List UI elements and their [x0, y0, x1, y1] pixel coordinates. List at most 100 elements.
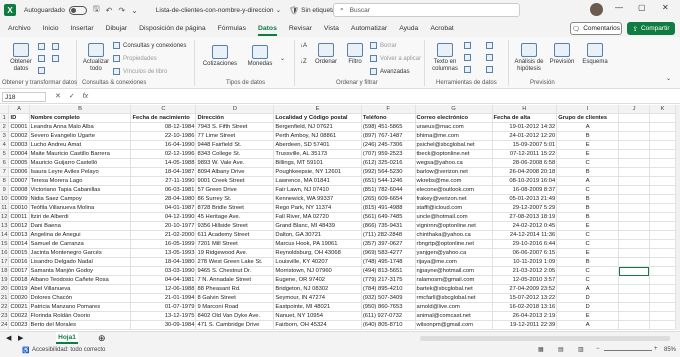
- cell[interactable]: 8402 Old Van Dyke Ave.: [195, 311, 275, 321]
- cell[interactable]: Teófila Villanueva Molina: [29, 203, 132, 213]
- restore-icon[interactable]: ▢: [638, 3, 646, 12]
- zoom-level[interactable]: 85%: [664, 347, 676, 353]
- queries-connections-button[interactable]: Consultas y conexiones: [113, 42, 186, 49]
- cell[interactable]: 08-12-1984: [130, 122, 197, 132]
- cell[interactable]: Isaura Leyre Aviles Pelayo: [29, 167, 132, 177]
- cell[interactable]: 06-03-1981: [130, 185, 197, 195]
- cell[interactable]: B: [556, 203, 620, 213]
- cell[interactable]: [649, 320, 676, 330]
- cell[interactable]: [618, 257, 650, 267]
- cell[interactable]: Lawrence, MA 01841: [273, 176, 362, 186]
- column-header-f[interactable]: F: [361, 105, 416, 114]
- tab-dibujar[interactable]: Dibujar: [100, 20, 134, 37]
- row-header[interactable]: 24: [0, 320, 10, 330]
- cell[interactable]: 278 West Green Lake St.: [195, 257, 275, 267]
- cell[interactable]: C0007: [8, 176, 30, 186]
- column-title-cell[interactable]: Fecha de nacimiento: [130, 113, 197, 123]
- stocks-button[interactable]: Cotizaciones: [200, 45, 240, 68]
- cell[interactable]: [618, 176, 650, 186]
- cell[interactable]: Seymour, IN 47274: [273, 293, 362, 303]
- cell[interactable]: 88 Pheasant Rd.: [195, 284, 275, 294]
- cell[interactable]: 10-11-2019 1:09: [492, 257, 558, 267]
- cell[interactable]: yanjgen@yahoo.ca: [415, 248, 493, 258]
- text-to-columns-button[interactable]: Texto en columnas: [428, 43, 462, 73]
- cell[interactable]: wilsonpm@gmail.com: [415, 320, 493, 330]
- cell[interactable]: C0022: [8, 311, 30, 321]
- cell[interactable]: Morristown, NJ 07960: [273, 266, 362, 276]
- row-header[interactable]: 2: [0, 122, 10, 132]
- cell[interactable]: [649, 302, 676, 312]
- cell[interactable]: Grand Blanc, MI 48439: [273, 221, 362, 231]
- cell[interactable]: [649, 257, 676, 267]
- row-header[interactable]: 1: [0, 113, 10, 123]
- cell[interactable]: 27-08-2013 18:19: [492, 212, 558, 222]
- cell[interactable]: vignirnn@optonline.net: [415, 221, 493, 231]
- cell[interactable]: [649, 131, 676, 141]
- column-header-k[interactable]: K: [649, 105, 676, 114]
- cell[interactable]: 8728 Bridle Street: [195, 203, 275, 213]
- cell[interactable]: [618, 167, 650, 177]
- cell[interactable]: [649, 212, 676, 222]
- cell[interactable]: 13-12-1975: [130, 311, 197, 321]
- row-header[interactable]: 12: [0, 212, 10, 222]
- cell[interactable]: Maite Mauricio Castillo Barrera: [29, 149, 132, 159]
- cell[interactable]: njpayne@hotmail.com: [415, 266, 493, 276]
- cell[interactable]: [649, 221, 676, 231]
- row-header[interactable]: 20: [0, 284, 10, 294]
- cell[interactable]: arnold@live.com: [415, 302, 493, 312]
- forecast-sheet-button[interactable]: Previsión: [548, 43, 576, 66]
- cell[interactable]: (707) 959-2523: [361, 149, 416, 159]
- cell[interactable]: 9356 Hillside Street: [195, 221, 275, 231]
- column-title-cell[interactable]: Teléfono: [361, 113, 416, 123]
- cell[interactable]: staffi@icloud.com: [415, 203, 493, 213]
- cell[interactable]: wkrebs@me.com: [415, 176, 493, 186]
- cell[interactable]: C0019: [8, 284, 30, 294]
- cell[interactable]: B: [556, 194, 620, 204]
- cell[interactable]: Yuba City, CA 95993: [273, 329, 362, 330]
- cell[interactable]: 30-09-1984: [130, 320, 197, 330]
- search-box[interactable]: ⌕ Buscar: [333, 3, 520, 17]
- cell[interactable]: C0003: [8, 140, 30, 150]
- cell[interactable]: (494) 813-5651: [361, 266, 416, 276]
- cell[interactable]: B: [556, 167, 620, 177]
- cell[interactable]: Fair Lawn, NJ 07410: [273, 185, 362, 195]
- refresh-all-button[interactable]: Actualizar todo: [80, 43, 112, 73]
- cell[interactable]: (246) 245-7306: [361, 140, 416, 150]
- tab-vista[interactable]: Vista: [318, 20, 345, 37]
- cell[interactable]: [618, 311, 650, 321]
- row-header[interactable]: 17: [0, 257, 10, 267]
- cell[interactable]: (640) 805-8710: [361, 320, 416, 330]
- cell[interactable]: 9448 Fairfield St.: [195, 140, 275, 150]
- cell[interactable]: E: [556, 149, 620, 159]
- cell[interactable]: D: [556, 293, 620, 303]
- cell[interactable]: C0024: [8, 329, 30, 330]
- cell[interactable]: [649, 329, 676, 330]
- cell[interactable]: A: [556, 284, 620, 294]
- cell[interactable]: C0005: [8, 158, 30, 168]
- cell[interactable]: 28-06-2008 6:58: [492, 158, 558, 168]
- row-header[interactable]: 4: [0, 140, 10, 150]
- tab-datos[interactable]: Datos: [252, 20, 283, 37]
- tab-insertar[interactable]: Insertar: [65, 20, 100, 37]
- cell[interactable]: uncle@hotmail.com: [415, 212, 493, 222]
- cell[interactable]: D: [556, 302, 620, 312]
- cell[interactable]: 86 Surrey St.: [195, 194, 275, 204]
- cell[interactable]: 04-12-1990: [130, 212, 197, 222]
- cell[interactable]: 16-02-2018 13:16: [492, 302, 558, 312]
- cell[interactable]: 611 Academy Street: [195, 230, 275, 240]
- cell[interactable]: C0006: [8, 167, 30, 177]
- spreadsheet-grid[interactable]: ABCDEFGHIJK 1 ID Nombre completo Fecha de n…: [0, 105, 676, 330]
- cell[interactable]: 12-06-1988: [130, 284, 197, 294]
- cell[interactable]: 24-12-2014 11:36: [492, 230, 558, 240]
- avatar[interactable]: [590, 3, 603, 16]
- row-header[interactable]: 13: [0, 221, 10, 231]
- cell[interactable]: (784) 895-4210: [361, 284, 416, 294]
- cell[interactable]: [618, 203, 650, 213]
- cell[interactable]: Victoriano Tapia Cabanillas: [29, 185, 132, 195]
- column-title-cell[interactable]: [618, 113, 650, 123]
- cell[interactable]: 7 N. Annadale Street: [195, 275, 275, 285]
- cell[interactable]: 77 Lime Street: [195, 131, 275, 141]
- name-box[interactable]: J18: [2, 92, 46, 102]
- cell[interactable]: Louisville, KY 40207: [273, 257, 362, 267]
- cell[interactable]: 26-04-2008 20:18: [492, 167, 558, 177]
